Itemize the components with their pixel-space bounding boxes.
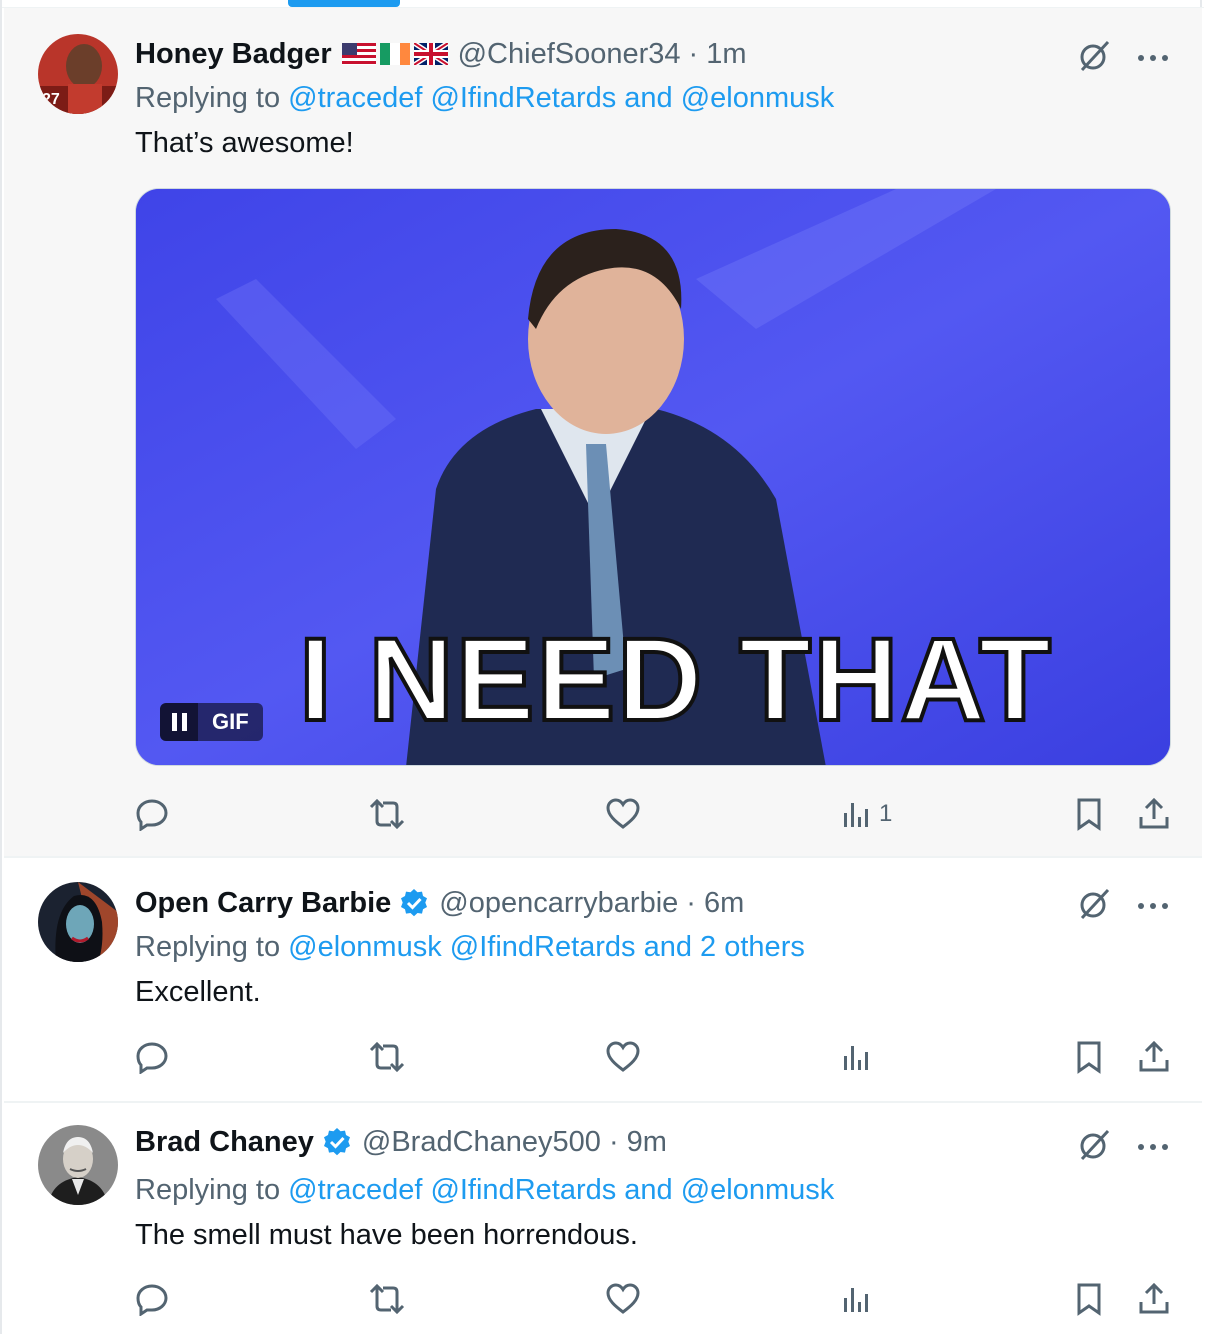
separator: · xyxy=(688,37,699,70)
timeline-column: 27 Honey Badger @ChiefSooner34 · 1m Repl… xyxy=(0,0,1204,1334)
tweet-actions xyxy=(135,1279,1175,1319)
separator: · xyxy=(608,1125,619,1158)
tweet-header: Open Carry Barbie @opencarrybarbie · 6m xyxy=(135,883,744,923)
gif-label: GIF xyxy=(198,703,263,741)
tweet-text: The smell must have been horrendous. xyxy=(135,1219,638,1251)
bookmark-button[interactable] xyxy=(1075,1279,1103,1319)
more-icon[interactable] xyxy=(1136,898,1170,916)
tweet-actions xyxy=(135,1037,1175,1077)
reply-icon xyxy=(136,799,168,831)
reply-icon xyxy=(136,1284,168,1316)
share-icon xyxy=(1139,1282,1169,1314)
flags xyxy=(341,43,448,65)
retweet-icon xyxy=(369,1041,405,1073)
grok-icon[interactable] xyxy=(1076,886,1112,927)
tweet-top-icons xyxy=(1076,886,1170,927)
retweet-icon xyxy=(369,1283,405,1315)
avatar[interactable] xyxy=(38,1125,118,1205)
tweet-text: Excellent. xyxy=(135,976,261,1008)
views-button[interactable] xyxy=(841,1279,879,1319)
handle[interactable]: @ChiefSooner34 xyxy=(458,38,681,71)
share-button[interactable] xyxy=(1137,1279,1171,1319)
grok-icon[interactable] xyxy=(1076,38,1112,79)
tweet-reply[interactable]: 27 Honey Badger @ChiefSooner34 · 1m Repl… xyxy=(4,8,1202,858)
reply-button[interactable] xyxy=(135,1279,169,1319)
tweet-reply[interactable]: Open Carry Barbie @opencarrybarbie · 6m … xyxy=(4,858,1202,1103)
tweet-top-icons xyxy=(1076,1127,1170,1168)
share-button[interactable] xyxy=(1137,794,1171,834)
bookmark-icon xyxy=(1077,798,1101,831)
replying-prefix: Replying to xyxy=(135,82,281,114)
display-name[interactable]: Honey Badger xyxy=(135,38,332,71)
gif-media[interactable]: I NEED THAT GIF xyxy=(135,188,1171,766)
replying-prefix: Replying to xyxy=(135,931,281,963)
replying-links[interactable]: @tracedef @IfindRetards and @elonmusk xyxy=(288,1174,834,1206)
bookmark-icon xyxy=(1077,1283,1101,1316)
like-button[interactable] xyxy=(605,794,641,834)
views-button[interactable]: 1 xyxy=(841,794,892,834)
verified-badge-icon xyxy=(322,1127,352,1157)
bookmark-button[interactable] xyxy=(1075,794,1103,834)
bookmark-icon xyxy=(1077,1041,1101,1074)
tweet-header: Honey Badger @ChiefSooner34 · 1m xyxy=(135,34,747,74)
replying-to: Replying to @tracedef @IfindRetards and … xyxy=(135,82,834,115)
tweet-header: Brad Chaney @BradChaney500 · 9m xyxy=(135,1122,667,1162)
display-name[interactable]: Brad Chaney xyxy=(135,1126,314,1159)
retweet-button[interactable] xyxy=(367,1037,407,1077)
display-name[interactable]: Open Carry Barbie xyxy=(135,887,391,920)
retweet-button[interactable] xyxy=(367,794,407,834)
active-tab-indicator xyxy=(288,0,400,7)
like-button[interactable] xyxy=(605,1279,641,1319)
reply-button[interactable] xyxy=(135,794,169,834)
grok-icon[interactable] xyxy=(1076,1127,1112,1168)
tweet-text: That’s awesome! xyxy=(135,127,354,159)
replying-prefix: Replying to xyxy=(135,1174,281,1206)
like-icon xyxy=(606,1041,640,1072)
replying-links[interactable]: @tracedef @IfindRetards and @elonmusk xyxy=(288,82,834,114)
like-icon xyxy=(606,1283,640,1314)
tweet-actions: 1 xyxy=(135,794,1175,834)
verified-badge-icon xyxy=(399,888,429,918)
uk-flag-icon xyxy=(413,43,448,65)
gif-caption: I NEED THAT xyxy=(297,614,1054,746)
share-icon xyxy=(1139,1040,1169,1072)
views-button[interactable] xyxy=(841,1037,879,1077)
tweet-reply[interactable]: Brad Chaney @BradChaney500 · 9m Replying… xyxy=(4,1103,1202,1334)
retweet-button[interactable] xyxy=(367,1279,407,1319)
pause-icon[interactable] xyxy=(160,703,198,741)
us-flag-icon xyxy=(341,43,376,65)
like-button[interactable] xyxy=(605,1037,641,1077)
views-icon xyxy=(844,803,868,827)
views-icon xyxy=(844,1288,868,1312)
timestamp[interactable]: 6m xyxy=(704,887,744,920)
svg-text:27: 27 xyxy=(42,91,60,108)
reply-icon xyxy=(136,1042,168,1074)
retweet-icon xyxy=(369,798,405,830)
share-button[interactable] xyxy=(1137,1037,1171,1077)
tweet-top-icons xyxy=(1076,38,1170,79)
share-icon xyxy=(1139,797,1169,829)
more-icon[interactable] xyxy=(1136,50,1170,68)
ireland-flag-icon xyxy=(379,43,410,65)
replying-links[interactable]: @elonmusk @IfindRetards and 2 others xyxy=(288,931,805,963)
separator: · xyxy=(686,886,696,919)
gif-badge[interactable]: GIF xyxy=(160,703,263,741)
handle[interactable]: @opencarrybarbie xyxy=(439,887,678,920)
reply-button[interactable] xyxy=(135,1037,169,1077)
views-icon xyxy=(844,1046,868,1070)
avatar[interactable]: 27 xyxy=(38,34,118,114)
handle[interactable]: @BradChaney500 xyxy=(362,1126,601,1159)
replying-to: Replying to @tracedef @IfindRetards and … xyxy=(135,1174,834,1207)
like-icon xyxy=(606,798,640,829)
views-count: 1 xyxy=(879,800,893,827)
bookmark-button[interactable] xyxy=(1075,1037,1103,1077)
timestamp[interactable]: 1m xyxy=(706,38,746,71)
replying-to: Replying to @elonmusk @IfindRetards and … xyxy=(135,931,805,964)
avatar[interactable] xyxy=(38,882,118,962)
more-icon[interactable] xyxy=(1136,1139,1170,1157)
timestamp[interactable]: 9m xyxy=(627,1126,667,1159)
